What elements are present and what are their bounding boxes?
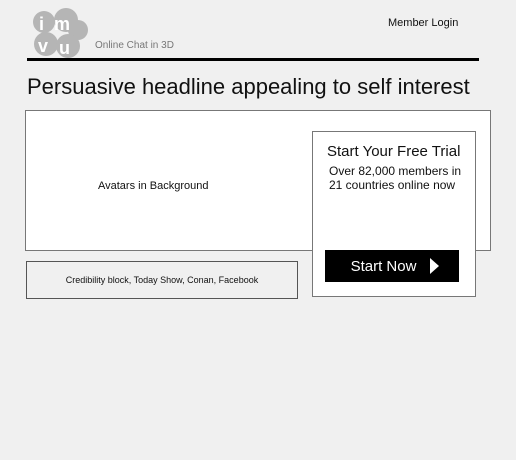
svg-text:v: v (38, 36, 48, 56)
avatars-placeholder-label: Avatars in Background (98, 180, 209, 192)
free-trial-card: Start Your Free Trial Over 82,000 member… (312, 131, 476, 297)
imvu-logo[interactable]: i m v u (30, 8, 90, 60)
page-headline: Persuasive headline appealing to self in… (27, 74, 470, 99)
start-now-button[interactable]: Start Now (325, 250, 459, 282)
svg-text:u: u (59, 38, 70, 58)
svg-text:i: i (39, 14, 44, 34)
header-divider (27, 58, 479, 61)
play-icon (430, 258, 440, 274)
credibility-text: Credibility block, Today Show, Conan, Fa… (65, 275, 259, 285)
credibility-block: Credibility block, Today Show, Conan, Fa… (26, 261, 298, 299)
trial-subtitle: Over 82,000 members in 21 countries onli… (329, 164, 462, 192)
site-tagline: Online Chat in 3D (95, 40, 174, 51)
trial-title: Start Your Free Trial (327, 143, 461, 160)
svg-text:m: m (54, 14, 70, 34)
start-now-label: Start Now (350, 257, 417, 275)
member-login-link[interactable]: Member Login (388, 17, 458, 29)
